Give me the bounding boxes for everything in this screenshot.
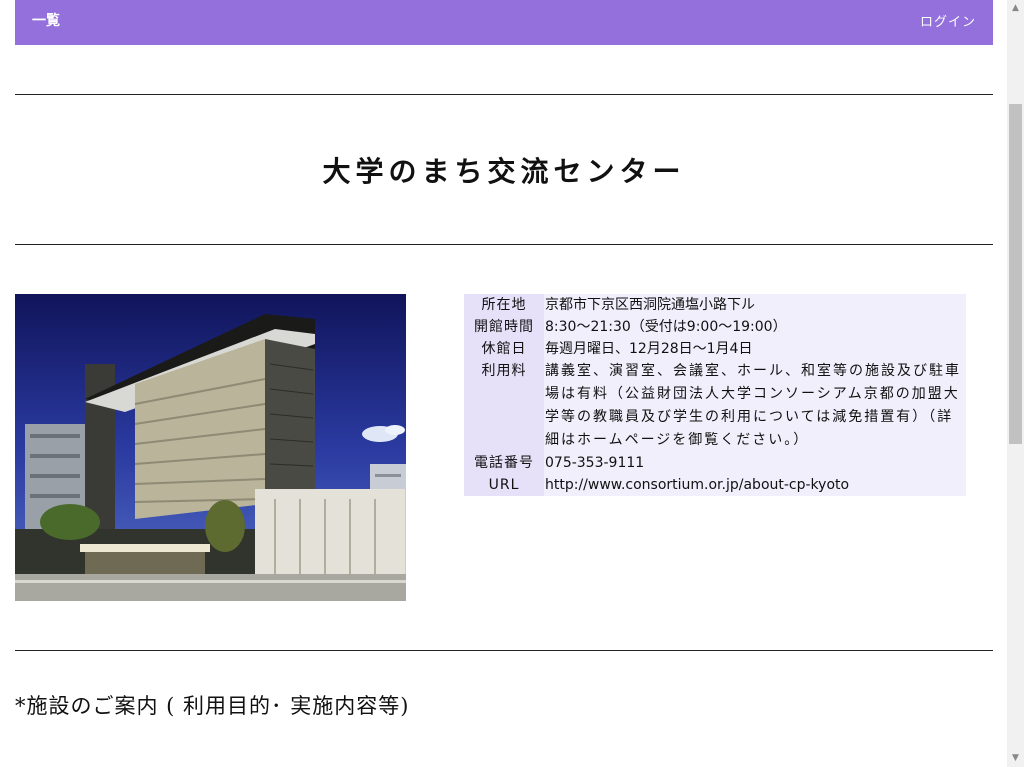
info-row-phone: 電話番号 075-353-9111 bbox=[464, 452, 966, 474]
scroll-down-icon[interactable]: ▼ bbox=[1007, 750, 1024, 767]
scrollbar-thumb[interactable] bbox=[1009, 104, 1022, 444]
info-row-hours: 開館時間 8:30～21:30（受付は9:00～19:00） bbox=[464, 316, 966, 338]
info-row-address: 所在地 京都市下京区西洞院通塩小路下ル bbox=[464, 294, 966, 316]
page-title: 大学のまち交流センター bbox=[322, 155, 686, 188]
divider bbox=[15, 94, 993, 95]
top-nav-bar: 一覧 ログイン bbox=[15, 0, 993, 45]
login-link[interactable]: ログイン bbox=[920, 11, 976, 30]
nav-list-link[interactable]: 一覧 bbox=[32, 10, 60, 30]
divider bbox=[15, 244, 993, 245]
page: 一覧 ログイン 大学のまち交流センター 所在地 京都市下京区西洞院通塩小路下ル … bbox=[0, 0, 1007, 767]
building-photo bbox=[15, 294, 406, 601]
info-value: 075-353-9111 bbox=[544, 452, 966, 474]
info-row-url: URL http://www.consortium.or.jp/about-cp… bbox=[464, 474, 966, 496]
info-value: 8:30～21:30（受付は9:00～19:00） bbox=[544, 316, 966, 338]
scroll-up-icon[interactable]: ▲ bbox=[1007, 0, 1024, 17]
info-url-link[interactable]: http://www.consortium.or.jp/about-cp-kyo… bbox=[544, 474, 966, 496]
info-label: 所在地 bbox=[464, 294, 544, 316]
info-label: URL bbox=[464, 474, 544, 496]
info-row-fee: 利用料 講義室、演習室、会議室、ホール、和室等の施設及び駐車場は有料（公益財団法… bbox=[464, 360, 966, 452]
info-value: 講義室、演習室、会議室、ホール、和室等の施設及び駐車場は有料（公益財団法人大学コ… bbox=[544, 360, 966, 452]
scrollbar[interactable]: ▲ ▼ bbox=[1007, 0, 1024, 767]
info-row-closed: 休館日 毎週月曜日、12月28日～1月4日 bbox=[464, 338, 966, 360]
info-label: 開館時間 bbox=[464, 316, 544, 338]
info-label: 利用料 bbox=[464, 360, 544, 452]
divider bbox=[15, 650, 993, 651]
info-value: 毎週月曜日、12月28日～1月4日 bbox=[544, 338, 966, 360]
info-label: 休館日 bbox=[464, 338, 544, 360]
info-label: 電話番号 bbox=[464, 452, 544, 474]
info-value: 京都市下京区西洞院通塩小路下ル bbox=[544, 294, 966, 316]
section-heading: *施設のご案内 ( 利用目的･ 実施内容等) bbox=[15, 694, 410, 718]
facility-info-table: 所在地 京都市下京区西洞院通塩小路下ル 開館時間 8:30～21:30（受付は9… bbox=[464, 294, 966, 496]
building-photo-icon bbox=[15, 294, 406, 601]
